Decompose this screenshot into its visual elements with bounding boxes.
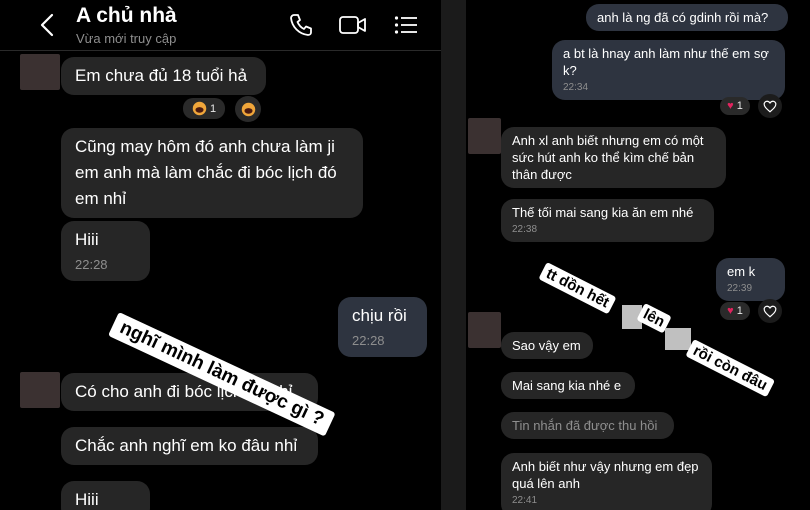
reaction-badge[interactable]: 1 xyxy=(183,98,225,119)
blurred-area xyxy=(665,328,691,350)
heart-react-button[interactable] xyxy=(758,299,782,323)
heart-react-button[interactable] xyxy=(758,94,782,118)
recalled-message-text: Tin nhắn đã được thu hồi xyxy=(512,418,658,433)
avatar[interactable] xyxy=(20,372,60,408)
message-text: a bt là hnay anh làm như thế em sợ k? xyxy=(563,46,769,78)
face-emoji-icon xyxy=(241,102,255,116)
message-bubble[interactable]: Hiii xyxy=(61,481,150,510)
chat-header: A chủ nhà Vừa mới truy cập xyxy=(0,0,441,51)
message-bubble[interactable]: Mai sang kia nhé e xyxy=(501,372,635,399)
avatar[interactable] xyxy=(468,118,501,154)
message-bubble[interactable]: Sao vậy em xyxy=(501,332,593,359)
message-text: Mai sang kia nhé e xyxy=(512,378,622,393)
face-emoji-icon xyxy=(192,101,207,116)
message-text: Hiii xyxy=(75,230,99,249)
message-bubble-outgoing[interactable]: em k 22:39 xyxy=(716,258,785,301)
message-text: anh là ng đã có gdinh rồi mà? xyxy=(597,10,769,25)
reaction-button[interactable] xyxy=(235,96,261,122)
message-bubble[interactable]: Anh xl anh biết nhưng em có một sức hút … xyxy=(501,127,726,188)
message-text: Em chưa đủ 18 tuổi hả xyxy=(75,66,248,85)
message-bubble-recalled[interactable]: Tin nhắn đã được thu hồi xyxy=(501,412,674,439)
message-text: chịu rồi xyxy=(352,306,407,325)
last-seen-status: Vừa mới truy cập xyxy=(76,31,177,46)
heart-icon: ♥ xyxy=(727,305,734,317)
right-chat-panel: anh là ng đã có gdinh rồi mà? a bt là hn… xyxy=(466,0,810,510)
avatar[interactable] xyxy=(20,54,60,90)
contact-name[interactable]: A chủ nhà xyxy=(76,4,177,28)
heart-outline-icon xyxy=(763,100,777,113)
message-time: 22:28 xyxy=(75,257,108,272)
message-bubble[interactable]: Anh biết như vậy nhưng em đẹp quá lên an… xyxy=(501,453,712,510)
reaction-badge[interactable]: ♥ 1 xyxy=(720,302,750,320)
message-bubble[interactable]: Thế tối mai sang kia ăn em nhé 22:38 xyxy=(501,199,714,242)
message-text: Thế tối mai sang kia ăn em nhé xyxy=(512,205,694,220)
menu-list-icon[interactable] xyxy=(393,12,419,38)
reaction-count: 1 xyxy=(736,305,743,317)
message-text: em k xyxy=(727,264,756,279)
message-bubble-outgoing[interactable]: a bt là hnay anh làm như thế em sợ k? 22… xyxy=(552,40,785,100)
message-bubble[interactable]: Cũng may hôm đó anh chưa làm ji em anh m… xyxy=(61,128,363,218)
message-text: Anh xl anh biết nhưng em có một sức hút … xyxy=(512,133,704,182)
message-text: Chắc anh nghĩ em ko đâu nhỉ xyxy=(75,436,298,455)
avatar[interactable] xyxy=(468,312,501,348)
reaction-count: 1 xyxy=(736,100,743,112)
message-text: Sao vậy em xyxy=(512,338,581,353)
message-text: Hiii xyxy=(75,490,99,509)
message-text: Cũng may hôm đó anh chưa làm ji em anh m… xyxy=(75,137,337,208)
reaction-count: 1 xyxy=(209,102,217,115)
message-bubble[interactable]: Em chưa đủ 18 tuổi hả xyxy=(61,57,266,95)
message-time: 22:28 xyxy=(352,333,385,348)
image-divider xyxy=(441,0,466,510)
message-bubble[interactable]: Hiii 22:28 xyxy=(61,221,150,281)
message-bubble-outgoing[interactable]: anh là ng đã có gdinh rồi mà? xyxy=(586,4,788,31)
message-bubble[interactable]: Chắc anh nghĩ em ko đâu nhỉ xyxy=(61,427,318,465)
reaction-badge[interactable]: ♥ 1 xyxy=(720,97,750,115)
video-call-icon[interactable] xyxy=(338,12,368,38)
phone-call-icon[interactable] xyxy=(288,12,314,38)
message-time: 22:41 xyxy=(512,495,538,506)
message-time: 22:34 xyxy=(563,82,589,93)
back-arrow-icon[interactable] xyxy=(36,12,60,38)
message-text: Anh biết như vậy nhưng em đẹp quá lên an… xyxy=(512,459,699,491)
message-time: 22:38 xyxy=(512,224,538,235)
heart-outline-icon xyxy=(763,305,777,318)
message-bubble-outgoing[interactable]: chịu rồi 22:28 xyxy=(338,297,427,357)
heart-icon: ♥ xyxy=(727,100,734,112)
left-chat-panel: A chủ nhà Vừa mới truy cập Em chưa đủ 18… xyxy=(0,0,441,510)
message-time: 22:39 xyxy=(727,283,753,294)
